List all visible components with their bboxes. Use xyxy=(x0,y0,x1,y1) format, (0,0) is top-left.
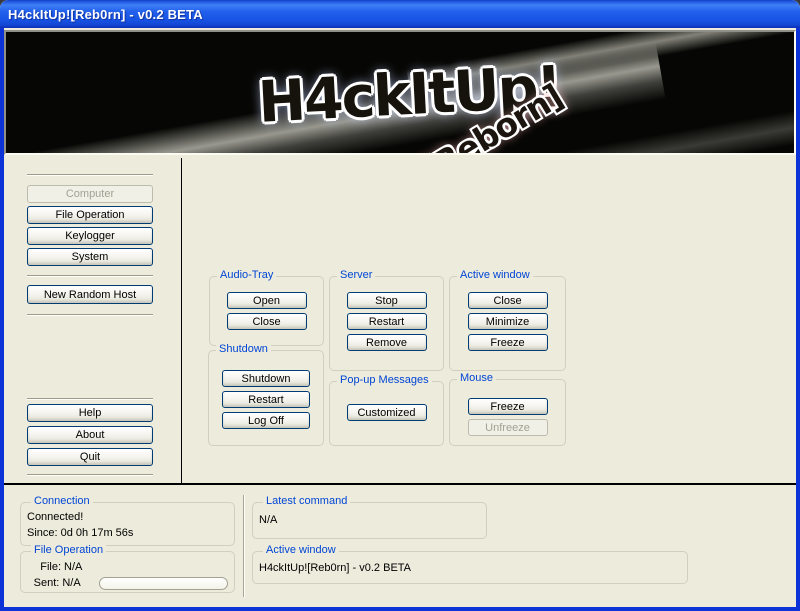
button-label: Minimize xyxy=(486,316,529,328)
server-stop-button[interactable]: Stop xyxy=(347,292,427,309)
sidebar-button-computer: Computer xyxy=(27,185,153,203)
control-panel: Audio-Tray Open Close Shutdown xyxy=(183,158,796,483)
active-window-freeze-button[interactable]: Freeze xyxy=(468,334,548,351)
file-progress-bar xyxy=(99,577,228,590)
group-shutdown: Shutdown Shutdown Restart Log Off xyxy=(208,350,324,446)
sidebar-divider xyxy=(27,174,153,176)
status-box-title: Active window xyxy=(263,544,339,556)
server-remove-button[interactable]: Remove xyxy=(347,334,427,351)
sidebar-button-label: System xyxy=(72,251,109,263)
sidebar-divider xyxy=(27,398,153,400)
sidebar-button-file-operation[interactable]: File Operation xyxy=(27,206,153,224)
server-restart-button[interactable]: Restart xyxy=(347,313,427,330)
sidebar-button-label: Quit xyxy=(80,451,100,463)
group-title: Mouse xyxy=(457,372,496,384)
sidebar-divider xyxy=(27,275,153,277)
group-title: Active window xyxy=(457,269,533,281)
connection-status-box: Connection Connected! Since: 0d 0h 17m 5… xyxy=(20,502,235,546)
group-active-window: Active window Close Minimize Freeze xyxy=(449,276,566,371)
active-window-minimize-button[interactable]: Minimize xyxy=(468,313,548,330)
group-audio-tray: Audio-Tray Open Close xyxy=(209,276,324,346)
main-row: Computer File Operation Keylogger System… xyxy=(4,158,796,483)
button-label: Stop xyxy=(375,295,398,307)
latest-command-value: N/A xyxy=(259,512,480,528)
group-title: Audio-Tray xyxy=(217,269,276,281)
group-popup-messages: Pop-up Messages Customized xyxy=(329,381,444,446)
sidebar-button-label: Keylogger xyxy=(65,230,115,242)
button-label: Shutdown xyxy=(242,373,291,385)
title-bar[interactable]: H4ckItUp![Reb0rn] - v0.2 BETA xyxy=(0,0,800,28)
button-label: Remove xyxy=(366,337,407,349)
connection-state-text: Connected! xyxy=(27,509,228,525)
button-label: Close xyxy=(493,295,521,307)
sent-label: Sent: xyxy=(27,575,59,591)
sidebar-button-keylogger[interactable]: Keylogger xyxy=(27,227,153,245)
file-label: File: xyxy=(27,559,61,575)
sidebar: Computer File Operation Keylogger System… xyxy=(4,158,182,483)
mouse-unfreeze-button: Unfreeze xyxy=(468,419,548,436)
status-bar: Connection Connected! Since: 0d 0h 17m 5… xyxy=(4,485,796,607)
shutdown-shutdown-button[interactable]: Shutdown xyxy=(222,370,310,387)
file-operation-status-box: File Operation File: N/A Sent: N/A xyxy=(20,551,235,593)
audio-tray-open-button[interactable]: Open xyxy=(227,292,307,309)
status-box-title: Connection xyxy=(31,495,93,507)
connection-since-text: Since: 0d 0h 17m 56s xyxy=(27,525,228,541)
latest-command-box: Latest command N/A xyxy=(252,502,487,539)
status-vertical-divider xyxy=(243,495,245,597)
sidebar-divider xyxy=(27,474,153,476)
quit-button[interactable]: Quit xyxy=(27,448,153,466)
popup-customized-button[interactable]: Customized xyxy=(347,404,427,421)
app-window: H4ckItUp![Reb0rn] - v0.2 BETA H4ckItUp! … xyxy=(0,0,800,611)
group-title: Server xyxy=(337,269,375,281)
shutdown-restart-button[interactable]: Restart xyxy=(222,391,310,408)
sidebar-button-system[interactable]: System xyxy=(27,248,153,266)
group-title: Pop-up Messages xyxy=(337,374,432,386)
button-label: Freeze xyxy=(490,401,524,413)
sidebar-divider xyxy=(27,314,153,316)
sent-value: N/A xyxy=(62,575,80,591)
active-window-value: H4ckItUp![Reb0rn] - v0.2 BETA xyxy=(259,560,681,576)
audio-tray-close-button[interactable]: Close xyxy=(227,313,307,330)
group-title: Shutdown xyxy=(216,343,271,355)
button-label: Restart xyxy=(248,394,283,406)
sidebar-button-label: Computer xyxy=(66,188,114,200)
sidebar-button-label: Help xyxy=(79,407,102,419)
file-value: N/A xyxy=(64,559,82,575)
window-frame: H4ckItUp! [Reborn] Computer File Operati… xyxy=(0,28,800,611)
button-label: Close xyxy=(252,316,280,328)
status-box-title: File Operation xyxy=(31,544,106,556)
mouse-freeze-button[interactable]: Freeze xyxy=(468,398,548,415)
help-button[interactable]: Help xyxy=(27,404,153,422)
about-button[interactable]: About xyxy=(27,426,153,444)
button-label: Log Off xyxy=(248,415,284,427)
active-window-close-button[interactable]: Close xyxy=(468,292,548,309)
sidebar-button-label: File Operation xyxy=(55,209,124,221)
button-label: Customized xyxy=(357,407,415,419)
button-label: Restart xyxy=(369,316,404,328)
status-box-title: Latest command xyxy=(263,495,350,507)
window-title: H4ckItUp![Reb0rn] - v0.2 BETA xyxy=(8,7,203,22)
new-random-host-button[interactable]: New Random Host xyxy=(27,285,153,304)
active-window-status-box: Active window H4ckItUp![Reb0rn] - v0.2 B… xyxy=(252,551,688,584)
button-label: Freeze xyxy=(490,337,524,349)
button-label: Unfreeze xyxy=(485,422,530,434)
shutdown-logoff-button[interactable]: Log Off xyxy=(222,412,310,429)
group-server: Server Stop Restart Remove xyxy=(329,276,444,371)
button-label: Open xyxy=(253,295,280,307)
banner-image: H4ckItUp! [Reborn] xyxy=(4,30,796,155)
sidebar-button-label: About xyxy=(76,429,105,441)
sidebar-button-label: New Random Host xyxy=(44,289,136,301)
group-mouse: Mouse Freeze Unfreeze xyxy=(449,379,566,446)
